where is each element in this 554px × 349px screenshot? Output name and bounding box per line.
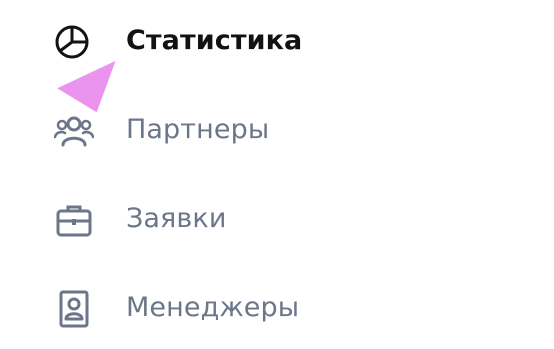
sidebar-item-managers[interactable]: Менеджеры bbox=[0, 278, 400, 338]
sidebar-menu: Статистика Партнеры Заявки Менеджеры bbox=[0, 0, 554, 349]
users-icon bbox=[54, 111, 94, 151]
sidebar-item-label: Партнеры bbox=[126, 114, 270, 145]
sidebar-item-label: Заявки bbox=[126, 203, 227, 234]
sidebar-item-requests[interactable]: Заявки bbox=[0, 189, 400, 249]
sidebar-item-stats[interactable]: Статистика bbox=[0, 11, 400, 71]
briefcase-icon bbox=[54, 200, 94, 240]
sidebar-item-partners[interactable]: Партнеры bbox=[0, 100, 400, 160]
sidebar-item-label: Менеджеры bbox=[126, 292, 300, 323]
pie-chart-icon bbox=[54, 22, 94, 62]
id-badge-icon bbox=[54, 289, 94, 329]
sidebar-item-label: Статистика bbox=[126, 25, 303, 56]
